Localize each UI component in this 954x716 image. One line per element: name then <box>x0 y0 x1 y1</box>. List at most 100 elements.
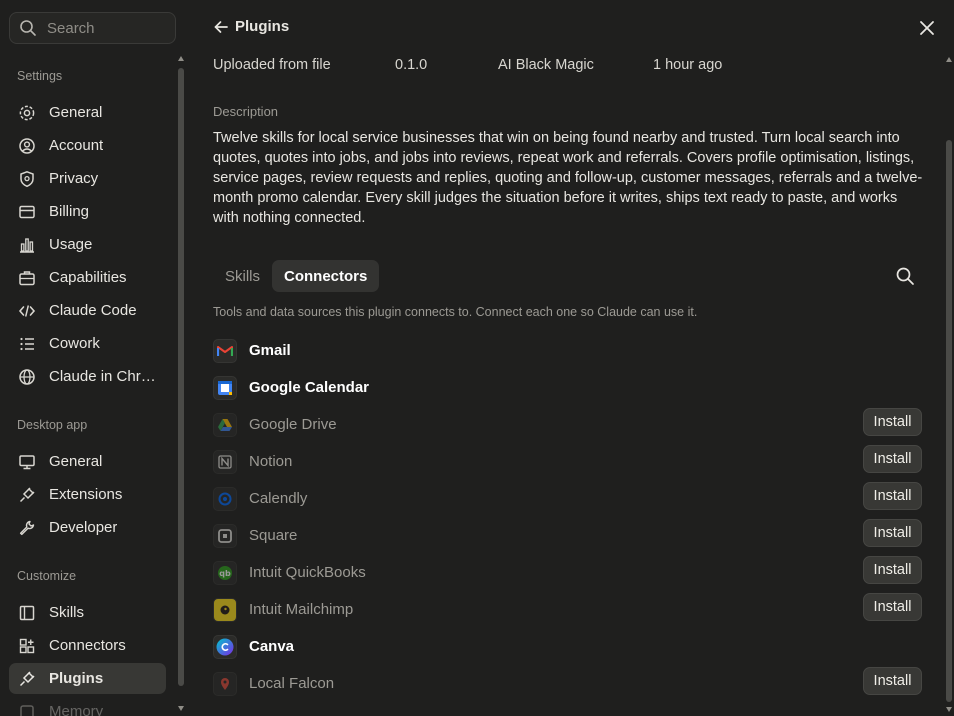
main-scrollbar[interactable] <box>946 140 952 702</box>
connector-name: Intuit QuickBooks <box>249 564 366 581</box>
page-title: Plugins <box>235 18 290 35</box>
sidebar-item-label: Cowork <box>49 335 100 352</box>
install-button-local-falcon[interactable]: Install <box>863 667 922 695</box>
sidebar-item-label: General <box>49 104 103 121</box>
tab-connectors[interactable]: Connectors <box>272 260 380 292</box>
google-drive-icon <box>213 412 237 437</box>
connector-row-google-calendar: Google Calendar <box>213 371 922 404</box>
sidebar-item-plugins[interactable]: Plugins <box>9 663 166 694</box>
search-icon <box>896 267 914 285</box>
sidebar-item-label: Plugins <box>49 670 104 687</box>
install-button-mailchimp[interactable]: Install <box>863 593 922 621</box>
grid-plus-icon <box>18 637 36 655</box>
canva-icon <box>213 634 237 659</box>
sidebar-item-capabilities[interactable]: Capabilities <box>9 262 166 293</box>
sidebar-item-usage[interactable]: Usage <box>9 229 166 260</box>
sidebar-item-memory[interactable]: Memory <box>9 696 166 716</box>
account-icon <box>18 137 36 155</box>
plug-icon <box>18 670 36 688</box>
sidebar-item-label: General <box>49 453 103 470</box>
gmail-icon <box>213 338 237 363</box>
wrench-icon <box>18 519 36 537</box>
sidebar-item-label: Extensions <box>49 486 123 503</box>
sidebar-item-account[interactable]: Account <box>9 130 166 161</box>
sidebar: Search Settings General Account Privacy … <box>0 0 188 716</box>
install-button-square[interactable]: Install <box>863 519 922 547</box>
connector-row-mailchimp: Intuit Mailchimp Install <box>213 593 922 626</box>
connector-row-local-falcon: Local Falcon Install <box>213 667 922 700</box>
book-icon <box>18 604 36 622</box>
sidebar-item-claude-code[interactable]: Claude Code <box>9 295 166 326</box>
sidebar-item-desktop-general[interactable]: General <box>9 446 166 477</box>
sidebar-item-label: Capabilities <box>49 269 127 286</box>
tab-skills[interactable]: Skills <box>213 260 272 292</box>
section-label-settings: Settings <box>17 69 63 83</box>
tabs: Skills Connectors <box>213 260 380 292</box>
description-text: Twelve skills for local service business… <box>213 130 923 226</box>
sidebar-scroll-down[interactable] <box>178 706 184 711</box>
gear-icon <box>18 104 36 122</box>
connectors-search-button[interactable] <box>895 266 915 286</box>
search-placeholder: Search <box>47 19 95 37</box>
connector-name: Canva <box>249 638 295 655</box>
close-icon <box>920 21 934 35</box>
local-falcon-icon <box>213 671 237 696</box>
close-button[interactable] <box>919 20 935 36</box>
back-arrow-icon[interactable] <box>213 19 229 35</box>
install-button-google-drive[interactable]: Install <box>863 408 922 436</box>
square-icon <box>213 523 237 548</box>
connector-row-google-drive: Google Drive Install <box>213 408 922 441</box>
connectors-hint: Tools and data sources this plugin conne… <box>213 305 698 319</box>
plugin-detail-panel: Plugins Uploaded from file 0.1.0 AI Blac… <box>188 0 954 716</box>
connector-row-gmail: Gmail <box>213 334 922 367</box>
sidebar-item-general[interactable]: General <box>9 97 166 128</box>
install-button-calendly[interactable]: Install <box>863 482 922 510</box>
section-label-customize: Customize <box>17 569 77 583</box>
connector-name: Google Drive <box>249 416 337 433</box>
sidebar-item-cowork[interactable]: Cowork <box>9 328 166 359</box>
section-label-desktop-app: Desktop app <box>17 418 88 432</box>
bar-chart-icon <box>18 236 36 254</box>
sidebar-scroll-up[interactable] <box>178 56 184 61</box>
plugin-source: Uploaded from file <box>213 57 331 73</box>
search-box[interactable]: Search <box>9 12 176 44</box>
connector-name: Square <box>249 527 298 544</box>
sidebar-item-privacy[interactable]: Privacy <box>9 163 166 194</box>
sidebar-item-label: Skills <box>49 604 85 621</box>
sidebar-item-skills[interactable]: Skills <box>9 597 166 628</box>
install-button-quickbooks[interactable]: Install <box>863 556 922 584</box>
plugin-version: 0.1.0 <box>395 57 428 73</box>
google-calendar-icon <box>213 375 237 400</box>
install-button-notion[interactable]: Install <box>863 445 922 473</box>
sidebar-item-claude-in-chrome[interactable]: Claude in Chr… <box>9 361 166 392</box>
sidebar-item-label: Developer <box>49 519 118 536</box>
globe-icon <box>18 368 36 386</box>
main-scroll-down[interactable] <box>946 707 952 712</box>
quickbooks-icon: qb <box>213 560 237 585</box>
sidebar-item-label: Connectors <box>49 637 126 654</box>
connector-name: Local Falcon <box>249 675 335 692</box>
plugin-updated: 1 hour ago <box>653 57 723 73</box>
sidebar-item-billing[interactable]: Billing <box>9 196 166 227</box>
connector-name: Notion <box>249 453 293 470</box>
description-label: Description <box>213 104 279 119</box>
sidebar-item-extensions[interactable]: Extensions <box>9 479 166 510</box>
connector-name: Intuit Mailchimp <box>249 601 354 618</box>
connector-row-canva: Canva <box>213 630 922 663</box>
sidebar-item-label: Billing <box>49 203 90 220</box>
sidebar-item-connectors[interactable]: Connectors <box>9 630 166 661</box>
sidebar-scrollbar[interactable] <box>178 68 184 686</box>
connector-row-square: Square Install <box>213 519 922 552</box>
billing-icon <box>18 203 36 221</box>
calendly-icon <box>213 486 237 511</box>
main-scroll-up[interactable] <box>946 57 952 62</box>
plugin-author: AI Black Magic <box>498 57 594 73</box>
list-icon <box>18 335 36 353</box>
sidebar-item-developer[interactable]: Developer <box>9 512 166 543</box>
connector-row-quickbooks: qb Intuit QuickBooks Install <box>213 556 922 589</box>
memory-icon <box>18 703 36 716</box>
briefcase-icon <box>18 269 36 287</box>
sidebar-item-label: Account <box>49 137 104 154</box>
connector-name: Gmail <box>249 342 291 359</box>
mailchimp-icon <box>213 597 237 622</box>
